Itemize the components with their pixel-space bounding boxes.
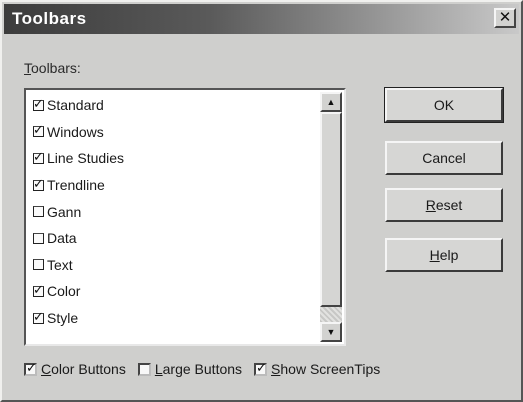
- help-button[interactable]: Help: [385, 238, 503, 272]
- toolbar-list-item[interactable]: Color: [28, 278, 320, 305]
- title-bar[interactable]: Toolbars ✕: [4, 4, 519, 34]
- toolbar-label: Text: [47, 256, 73, 273]
- close-button[interactable]: ✕: [494, 8, 516, 28]
- toolbar-checkbox[interactable]: [33, 282, 44, 298]
- color-buttons-checkbox[interactable]: [24, 360, 37, 376]
- show-screentips-accesskey: S: [271, 361, 281, 377]
- arrow-down-icon: ▼: [326, 327, 336, 337]
- list-scrollbar[interactable]: ▲ ▼: [320, 92, 342, 342]
- show-screentips-label: how ScreenTips: [280, 361, 381, 377]
- toolbars-label-accesskey: T: [24, 60, 31, 76]
- toolbar-checkbox[interactable]: [33, 122, 44, 138]
- toolbar-label: Gann: [47, 203, 82, 220]
- toolbar-checkbox[interactable]: [33, 96, 44, 112]
- cancel-button[interactable]: Cancel: [385, 141, 503, 175]
- options-row: Color Buttons Large Buttons Show ScreenT…: [20, 358, 388, 380]
- toolbar-list-item[interactable]: Windows: [28, 119, 320, 146]
- scroll-thumb[interactable]: [320, 112, 342, 307]
- toolbars-listbox[interactable]: Standard Windows Line Studies Trendline Gann…: [24, 88, 346, 346]
- color-buttons-option[interactable]: Color Buttons: [20, 360, 126, 377]
- reset-accesskey: R: [425, 197, 436, 213]
- toolbars-dialog: Toolbars ✕ Toolbars: Standard Windows Line…: [0, 0, 523, 402]
- toolbars-list-label: Toolbars:: [24, 60, 81, 76]
- dialog-title: Toolbars: [12, 9, 87, 28]
- toolbar-checkbox[interactable]: [33, 309, 44, 325]
- close-icon: ✕: [498, 9, 512, 26]
- toolbar-checkbox[interactable]: [33, 232, 44, 244]
- toolbars-list: Standard Windows Line Studies Trendline Gann…: [28, 92, 320, 342]
- large-buttons-accesskey: L: [154, 361, 163, 377]
- arrow-up-icon: ▲: [326, 97, 336, 107]
- color-buttons-accesskey: C: [41, 361, 52, 377]
- scroll-down-button[interactable]: ▼: [320, 322, 342, 342]
- toolbar-label: Data: [47, 230, 77, 247]
- toolbar-list-item[interactable]: Text: [28, 252, 320, 279]
- toolbar-label: Trendline: [47, 177, 105, 194]
- large-buttons-option[interactable]: Large Buttons: [134, 361, 242, 377]
- large-buttons-label: arge Buttons: [162, 361, 243, 377]
- toolbar-label: Style: [47, 310, 79, 327]
- toolbar-checkbox[interactable]: [33, 149, 44, 165]
- help-accesskey: H: [429, 247, 440, 263]
- show-screentips-checkbox[interactable]: [254, 360, 268, 376]
- toolbar-list-item[interactable]: Gann: [28, 198, 320, 225]
- toolbar-label: Color: [47, 283, 81, 300]
- toolbar-list-item[interactable]: Data: [28, 225, 320, 252]
- large-buttons-checkbox[interactable]: [137, 362, 151, 376]
- toolbar-label: Windows: [47, 123, 104, 140]
- toolbar-checkbox[interactable]: [33, 259, 44, 271]
- toolbar-list-item[interactable]: Standard: [28, 92, 320, 119]
- toolbar-list-item[interactable]: Trendline: [28, 172, 320, 199]
- toolbar-checkbox[interactable]: [33, 206, 44, 218]
- scroll-up-button[interactable]: ▲: [320, 92, 342, 112]
- toolbar-checkbox[interactable]: [33, 176, 44, 192]
- toolbar-list-item[interactable]: Line Studies: [28, 145, 320, 172]
- reset-button[interactable]: Reset: [385, 188, 503, 222]
- ok-button[interactable]: OK: [384, 87, 504, 123]
- toolbars-label-text: oolbars:: [31, 60, 81, 76]
- toolbar-list-item[interactable]: Style: [28, 305, 320, 332]
- show-screentips-option[interactable]: Show ScreenTips: [250, 360, 381, 377]
- toolbar-label: Line Studies: [47, 150, 125, 167]
- reset-label: eset: [435, 197, 463, 213]
- toolbar-label: Standard: [47, 97, 104, 114]
- color-buttons-label: olor Buttons: [51, 361, 126, 377]
- help-label: elp: [439, 247, 459, 263]
